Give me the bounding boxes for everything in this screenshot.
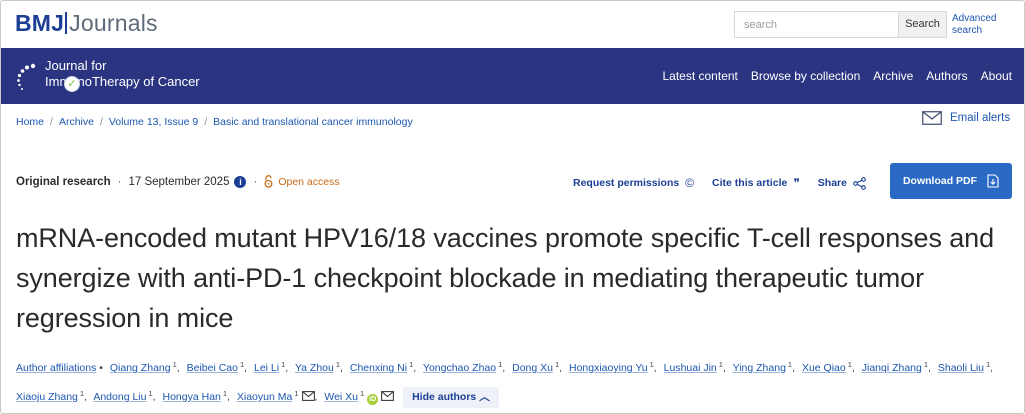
author-link[interactable]: Qiang Zhang — [110, 362, 171, 374]
cursor-badge-icon: ✓ — [64, 76, 80, 92]
page-frame: BMJ Journals search Search Advanced searc… — [0, 0, 1025, 414]
breadcrumb: Home / Archive / Volume 13, Issue 9 / Ba… — [16, 116, 413, 128]
article-title: mRNA-encoded mutant HPV16/18 vaccines pr… — [16, 223, 994, 333]
list-comma: , — [244, 362, 248, 374]
list-comma: , — [152, 391, 156, 403]
cite-article-button[interactable]: Cite this article ❞ — [712, 176, 800, 190]
breadcrumb-archive[interactable]: Archive — [59, 116, 94, 128]
meta-separator: · — [117, 175, 122, 188]
author-link[interactable]: Xiaoyun Ma — [237, 391, 292, 403]
nav-archive[interactable]: Archive — [873, 69, 913, 83]
list-comma: , — [722, 362, 726, 374]
author-link[interactable]: Shaoli Liu — [938, 362, 984, 374]
open-access-label: Open access — [278, 175, 340, 188]
list-comma: , — [990, 362, 994, 374]
email-alerts-label: Email alerts — [950, 112, 1011, 124]
article-type: Original research — [16, 175, 111, 188]
breadcrumb-separator: / — [50, 116, 53, 128]
info-icon[interactable]: i — [234, 175, 247, 188]
author-link[interactable]: Xue Qiao — [802, 362, 846, 374]
orcid-icon[interactable]: iD — [367, 394, 379, 405]
journal-title-line1: Journal for — [45, 58, 107, 73]
quote-list-icon: ❞ — [793, 176, 800, 190]
open-access-badge: Open access — [264, 175, 340, 188]
logo-journals-text: Journals — [69, 10, 158, 36]
author-link[interactable]: Lei Li — [254, 362, 279, 374]
request-permissions-button[interactable]: Request permissions © — [573, 176, 694, 190]
share-label: Share — [817, 177, 847, 189]
list-comma: , — [227, 391, 230, 403]
affiliation-sup: 1 — [294, 389, 299, 398]
breadcrumb-issue[interactable]: Volume 13, Issue 9 — [109, 116, 198, 128]
list-comma: , — [928, 362, 931, 374]
author-link[interactable]: Beibei Cao — [187, 362, 238, 374]
author-link[interactable]: Ya Zhou — [295, 362, 334, 374]
download-file-icon — [987, 174, 999, 188]
list-comma: , — [84, 391, 87, 403]
affiliation-sup: 1 — [360, 389, 365, 398]
author-list: Author affiliations • Qiang Zhang 1, Beib… — [16, 352, 1011, 410]
search-button[interactable]: Search — [898, 11, 947, 38]
publication-date: 17 September 2025 — [128, 175, 230, 188]
breadcrumb-section[interactable]: Basic and translational cancer immunolog… — [213, 116, 413, 128]
nav-browse-by-collection[interactable]: Browse by collection — [751, 69, 860, 83]
list-bullet: • — [96, 362, 103, 374]
article-meta: Original research · 17 September 2025 i … — [16, 175, 340, 188]
author-affiliations-link[interactable]: Author affiliations — [16, 362, 96, 374]
journal-banner: Journal for ImmunoTherapy of Cancer ✓ La… — [1, 48, 1024, 104]
author-link[interactable]: Hongya Han — [162, 391, 220, 403]
author-link[interactable]: Ying Zhang — [733, 362, 786, 374]
meta-separator: · — [253, 175, 258, 188]
list-comma: , — [413, 362, 417, 374]
mail-icon[interactable] — [381, 391, 395, 401]
author-link[interactable]: Xiaoju Zhang — [16, 391, 78, 403]
list-comma: , — [792, 362, 796, 374]
hide-authors-label: Hide authors — [412, 391, 477, 403]
author-link[interactable]: Chenxing Ni — [350, 362, 407, 374]
logo-divider — [65, 12, 68, 34]
logo-bmj-text: BMJ — [15, 10, 65, 36]
download-pdf-label: Download PDF — [902, 175, 978, 187]
author-link[interactable]: Wei Xu — [324, 391, 358, 403]
journal-nav: Latest content Browse by collection Arch… — [662, 69, 1012, 83]
list-comma: , — [176, 362, 180, 374]
author-link[interactable]: Lushuai Jin — [664, 362, 717, 374]
nav-about[interactable]: About — [981, 69, 1012, 83]
author-link[interactable]: Dong Xu — [512, 362, 553, 374]
nav-authors[interactable]: Authors — [926, 69, 967, 83]
list-comma: , — [559, 362, 563, 374]
bmj-journals-logo[interactable]: BMJ Journals — [15, 10, 158, 37]
share-button[interactable]: Share — [817, 176, 866, 190]
author-link[interactable]: Jianqi Zhang — [862, 362, 922, 374]
search-input[interactable]: search — [734, 11, 898, 38]
list-comma: , — [340, 362, 343, 374]
open-lock-icon — [264, 175, 273, 188]
cite-article-label: Cite this article — [712, 177, 788, 189]
envelope-icon — [922, 111, 942, 125]
list-comma: , — [285, 362, 289, 374]
request-permissions-label: Request permissions — [573, 177, 680, 189]
mail-icon[interactable] — [301, 391, 315, 401]
nav-latest-content[interactable]: Latest content — [662, 69, 737, 83]
hide-authors-button[interactable]: Hide authors ︿ — [403, 387, 499, 408]
affiliation-sup: 1 — [148, 389, 153, 398]
list-comma: , — [653, 362, 657, 374]
copyright-icon: © — [685, 176, 695, 190]
breadcrumb-home[interactable]: Home — [16, 116, 44, 128]
download-pdf-button[interactable]: Download PDF — [890, 163, 1012, 199]
breadcrumb-separator: / — [204, 116, 208, 128]
email-alerts-link[interactable]: Email alerts — [922, 110, 1010, 126]
list-comma: , — [502, 362, 506, 374]
author-link[interactable]: Yongchao Zhao — [423, 362, 496, 374]
advanced-search-link[interactable]: Advanced search — [952, 13, 1012, 37]
site-header: BMJ Journals search Search Advanced searc… — [1, 1, 1024, 48]
author-link[interactable]: Hongxiaoying Yu — [569, 362, 648, 374]
share-icon — [853, 176, 866, 190]
chevron-up-icon: ︿ — [479, 391, 490, 403]
article-actions: Request permissions © Cite this article … — [573, 176, 866, 190]
author-link[interactable]: Andong Liu — [93, 391, 146, 403]
list-comma: , — [851, 362, 855, 374]
breadcrumb-separator: / — [99, 116, 103, 128]
list-comma: , — [314, 391, 318, 403]
